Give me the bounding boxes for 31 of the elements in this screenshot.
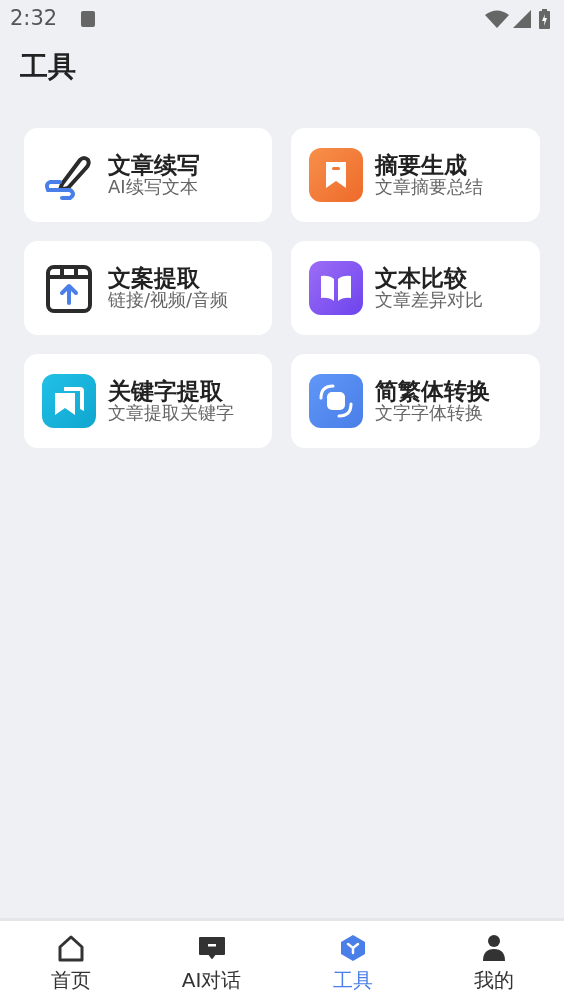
- tool-title: 关键字提取: [108, 379, 223, 404]
- page-title: 工具: [19, 49, 77, 85]
- tool-subtitle: 链接/视频/音频: [108, 290, 229, 310]
- tool-subtitle: AI续写文本: [108, 177, 198, 197]
- signal-icon: [513, 10, 531, 28]
- tool-card[interactable]: 摘要生成 文章摘要总结: [291, 128, 540, 222]
- tool-subtitle: 文章差异对比: [375, 290, 483, 310]
- bookmarks-icon: [42, 374, 96, 428]
- tool-card[interactable]: 简繁体转换 文字字体转换: [291, 354, 540, 448]
- bookmark-icon: [309, 148, 363, 202]
- battery-icon: [539, 9, 550, 29]
- tool-title: 摘要生成: [375, 153, 467, 178]
- tool-subtitle: 文章提取关键字: [108, 403, 234, 423]
- tool-subtitle: 文章摘要总结: [375, 177, 483, 197]
- nav-tab[interactable]: 我的: [423, 921, 564, 1004]
- tool-title: 文案提取: [108, 266, 200, 291]
- tool-title: 文章续写: [108, 153, 200, 178]
- status-time: 2:32: [10, 5, 58, 33]
- tool-subtitle: 文字字体转换: [375, 403, 483, 423]
- nav-tab[interactable]: 工具: [282, 921, 423, 1004]
- tool-card[interactable]: 文章续写 AI续写文本: [24, 128, 272, 222]
- tool-card[interactable]: 文案提取 链接/视频/音频: [24, 241, 272, 335]
- tool-title: 文本比较: [375, 266, 468, 291]
- book-icon: [309, 261, 363, 315]
- tool-title: 简繁体转换: [375, 379, 490, 404]
- nav-tab[interactable]: AI对话: [141, 921, 282, 1004]
- convert-icon: [309, 374, 363, 428]
- tool-card[interactable]: 文本比较 文章差异对比: [291, 241, 540, 335]
- nav-tab[interactable]: 首页: [0, 921, 141, 1004]
- wifi-icon: [485, 10, 509, 28]
- tool-card[interactable]: 关键字提取 文章提取关键字: [24, 354, 272, 448]
